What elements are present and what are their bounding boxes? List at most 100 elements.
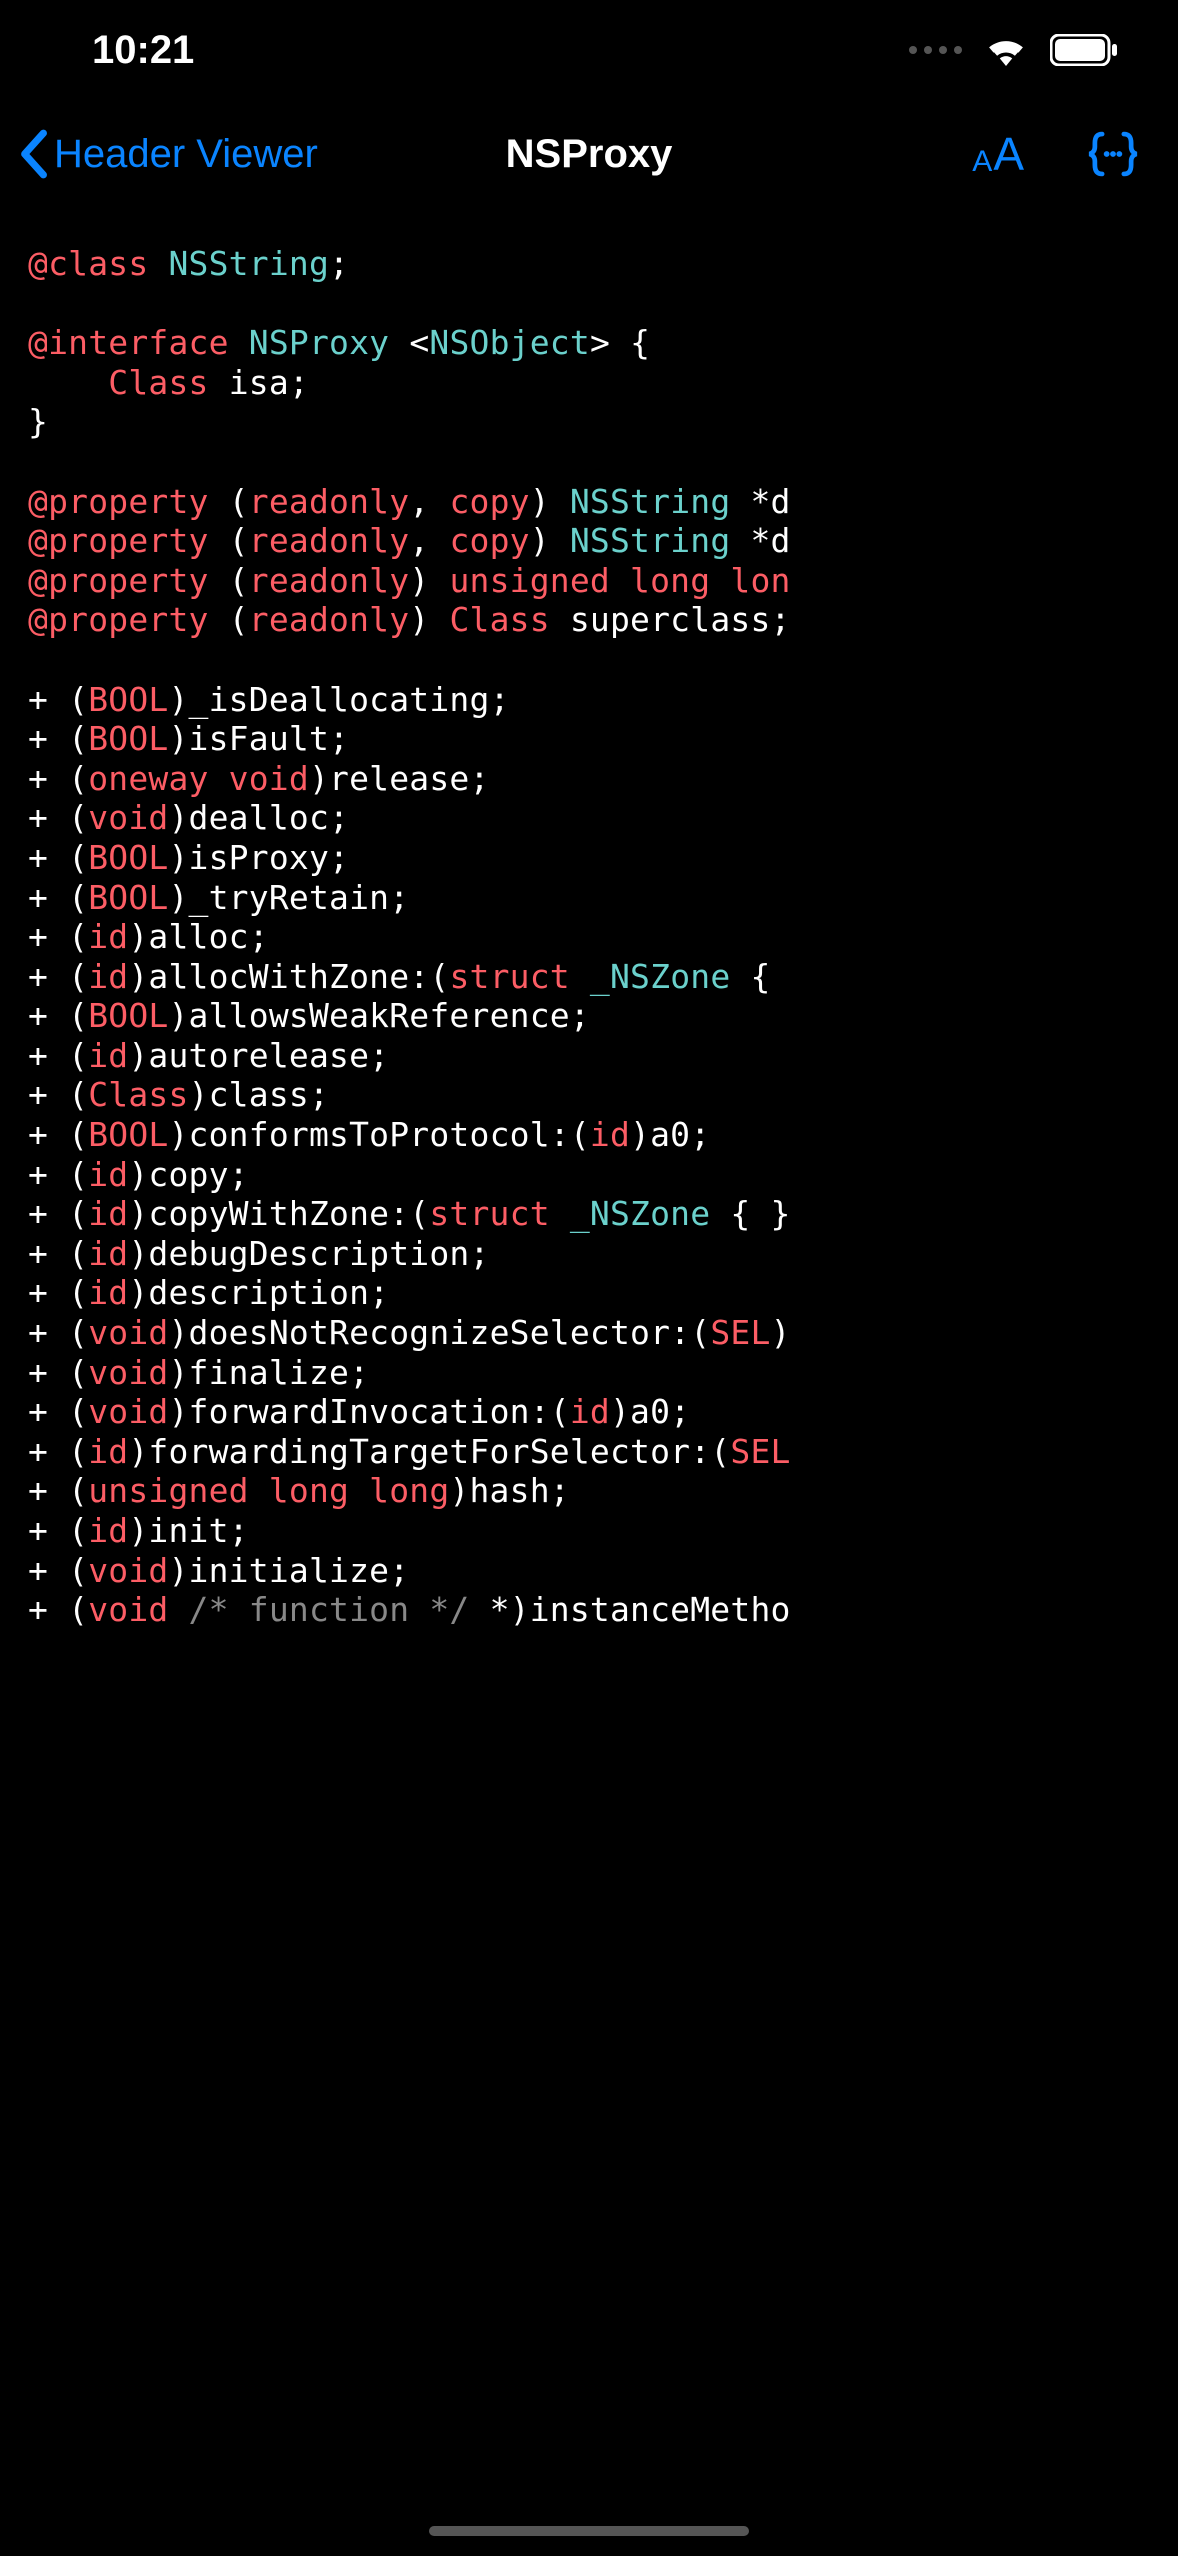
code-token: + ( (28, 1194, 88, 1233)
code-token: )alloc; (128, 917, 268, 956)
code-token: )doesNotRecognizeSelector:( (168, 1313, 710, 1352)
code-token: BOOL (88, 1115, 168, 1154)
code-token: )class; (189, 1075, 329, 1114)
text-size-large-A-icon: A (993, 131, 1024, 177)
code-token: BOOL (88, 878, 168, 917)
status-bar: 10:21 (0, 0, 1178, 100)
code-token: + ( (28, 917, 88, 956)
source-code-view[interactable]: @class NSString; @interface NSProxy <NSO… (0, 208, 1178, 1630)
nav-bar: Header Viewer NSProxy AA (0, 100, 1178, 208)
code-comment: /* function */ (168, 1590, 469, 1629)
code-token: )autorelease; (128, 1036, 389, 1075)
code-token: *d (730, 482, 790, 521)
code-token: id (88, 957, 128, 996)
code-token: NSProxy (249, 323, 389, 362)
code-token: _NSZone (570, 1194, 710, 1233)
code-token: id (88, 1432, 128, 1471)
code-token: + ( (28, 996, 88, 1035)
code-token: + ( (28, 798, 88, 837)
code-token: readonly (249, 482, 410, 521)
code-token: )forwardInvocation:( (168, 1392, 569, 1431)
back-label: Header Viewer (54, 132, 318, 177)
code-token: + ( (28, 719, 88, 758)
code-token: )description; (128, 1273, 389, 1312)
code-token: ) (771, 1313, 791, 1352)
text-size-button[interactable]: AA (972, 131, 1024, 177)
code-token: void (88, 798, 168, 837)
code-token: ) (409, 561, 449, 600)
code-token: *d (730, 521, 790, 560)
code-token: + ( (28, 1115, 88, 1154)
code-token: id (88, 1273, 128, 1312)
code-token: Class (108, 363, 208, 402)
code-braces-button[interactable] (1084, 130, 1142, 178)
code-token: BOOL (88, 719, 168, 758)
code-token: void (88, 1353, 168, 1392)
status-indicators (909, 34, 1118, 66)
code-token: { } (710, 1194, 790, 1233)
code-token: )forwardingTargetForSelector:( (128, 1432, 730, 1471)
code-token: )finalize; (168, 1353, 369, 1392)
code-token: )copyWithZone:( (128, 1194, 429, 1233)
code-token: < (389, 323, 429, 362)
code-token: _NSZone (590, 957, 730, 996)
code-token: void (88, 1313, 168, 1352)
code-token: struct (429, 1194, 549, 1233)
code-token: Class (88, 1075, 188, 1114)
back-button[interactable]: Header Viewer (18, 129, 318, 179)
code-token: unsigned long long (88, 1471, 449, 1510)
code-token: , (409, 482, 449, 521)
code-token: )a0; (610, 1392, 690, 1431)
code-token: struct (449, 957, 569, 996)
code-token: )conformsToProtocol:( (168, 1115, 589, 1154)
page-title: NSProxy (506, 132, 673, 177)
code-token: copy (449, 521, 529, 560)
code-token: void (88, 1392, 168, 1431)
code-token: void (88, 1551, 168, 1590)
code-token: id (590, 1115, 630, 1154)
code-token: NSString (570, 521, 731, 560)
code-token: )initialize; (168, 1551, 409, 1590)
code-token: @property (28, 521, 209, 560)
code-token: ) (409, 600, 449, 639)
code-token: id (88, 1036, 128, 1075)
code-token: @class (28, 244, 148, 283)
code-token: ( (209, 561, 249, 600)
code-token: unsigned long lon (449, 561, 790, 600)
home-indicator[interactable] (429, 2526, 749, 2536)
code-token: id (570, 1392, 610, 1431)
code-token: + ( (28, 1234, 88, 1273)
code-token: )release; (309, 759, 490, 798)
code-token: id (88, 1194, 128, 1233)
code-token: SEL (730, 1432, 790, 1471)
code-token: readonly (249, 521, 410, 560)
code-token: + ( (28, 878, 88, 917)
code-token: @property (28, 561, 209, 600)
code-token: + ( (28, 759, 88, 798)
code-token: )init; (128, 1511, 248, 1550)
code-token: )debugDescription; (128, 1234, 489, 1273)
code-token (229, 323, 249, 362)
code-token: ; (329, 244, 349, 283)
code-token: BOOL (88, 838, 168, 877)
code-token: )isFault; (168, 719, 349, 758)
code-token: *)instanceMetho (470, 1590, 791, 1629)
text-size-small-A-icon: A (972, 147, 992, 177)
code-token: id (88, 917, 128, 956)
code-token: )copy; (128, 1155, 248, 1194)
cellular-dots-icon (909, 46, 962, 54)
code-token: + ( (28, 1590, 88, 1629)
code-token: )allocWithZone:( (128, 957, 449, 996)
chevron-left-icon (18, 129, 48, 179)
code-token: + ( (28, 1155, 88, 1194)
code-token: id (88, 1234, 128, 1273)
code-token: )isProxy; (168, 838, 349, 877)
code-token (550, 1194, 570, 1233)
code-token: { (730, 957, 770, 996)
code-token: SEL (710, 1313, 770, 1352)
code-token: @property (28, 600, 209, 639)
code-token: NSString (570, 482, 731, 521)
code-token: )dealloc; (168, 798, 349, 837)
code-token: + ( (28, 1273, 88, 1312)
code-token: id (88, 1155, 128, 1194)
